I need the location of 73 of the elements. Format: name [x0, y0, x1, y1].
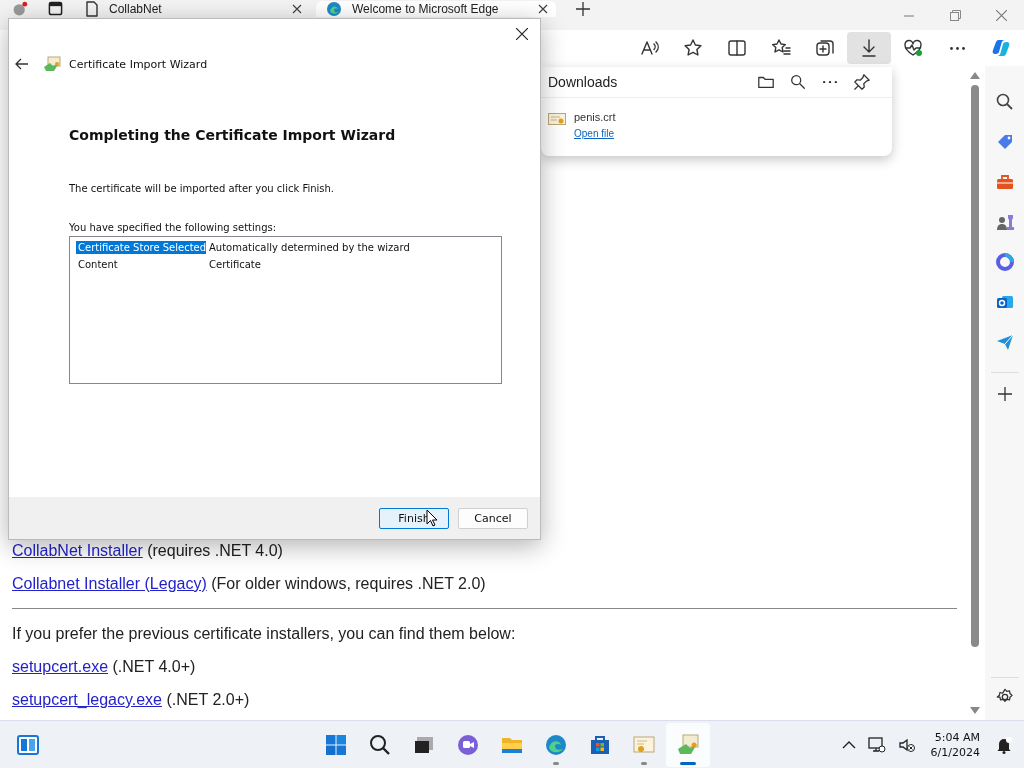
pin-icon	[853, 73, 871, 91]
setting-name[interactable]: Content	[76, 258, 206, 271]
setting-value: Automatically determined by the wizard	[208, 242, 410, 253]
bell-icon	[995, 735, 1013, 754]
ring-logo-icon[interactable]	[994, 252, 1015, 272]
note-text: (.NET 4.0+)	[112, 658, 196, 675]
window-title: Certificate Import Wizard	[69, 57, 208, 71]
favorites-icon	[771, 38, 791, 58]
date-text: 6/1/2024	[930, 744, 980, 760]
certificate-wizard-icon	[43, 55, 61, 73]
link[interactable]: setupcert_legacy.exe	[12, 691, 162, 708]
chevron-up-icon	[841, 740, 856, 749]
cancel-button[interactable]: Cancel	[458, 507, 528, 529]
profile-icon	[12, 1, 28, 17]
certificate-wizard-icon	[676, 732, 700, 757]
mouse-pointer-icon	[426, 509, 438, 527]
browser-tab[interactable]: Welcome to Microsoft Edge	[316, 1, 556, 17]
chat-icon	[456, 732, 480, 757]
search-icon[interactable]	[994, 92, 1015, 112]
split-screen-icon	[727, 38, 747, 58]
more-icon	[823, 80, 837, 84]
downloads-button[interactable]	[847, 32, 891, 64]
star-icon	[683, 38, 703, 58]
scroll-down-icon	[970, 707, 980, 714]
download-icon	[859, 38, 879, 58]
document-icon	[85, 1, 99, 17]
restore-icon	[949, 10, 961, 21]
heartbeat-icon	[903, 38, 923, 58]
time-text: 5:04 AM	[934, 729, 980, 745]
browser-tab[interactable]: CollabNet	[75, 1, 310, 17]
panel-title: Downloads	[548, 74, 619, 90]
certificate-file-icon	[548, 111, 566, 127]
search-icon	[368, 732, 392, 757]
settings-label: You have specified the following settings:	[69, 221, 278, 234]
monitor-icon	[867, 735, 886, 754]
note-text: (.NET 2.0+)	[166, 691, 250, 708]
close-icon	[516, 28, 528, 40]
message-text: The certificate will be imported after you click Finish.	[69, 182, 336, 195]
plus-icon[interactable]	[997, 387, 1012, 401]
link[interactable]: Collabnet Installer (Legacy)	[12, 575, 207, 592]
open-file-link[interactable]: Open file	[574, 128, 615, 139]
copilot-icon	[991, 38, 1011, 58]
more-icon	[949, 46, 965, 50]
plus-icon	[576, 2, 590, 16]
link[interactable]: CollabNet Installer	[12, 542, 143, 559]
minimize-icon	[904, 14, 914, 17]
close-icon	[292, 4, 302, 14]
close-tab-button[interactable]	[538, 4, 548, 14]
chess-pieces-icon[interactable]	[994, 212, 1015, 232]
widgets-icon[interactable]	[16, 732, 40, 757]
toolbox-icon[interactable]	[994, 172, 1015, 192]
start-icon	[324, 732, 348, 757]
search-icon	[789, 73, 807, 91]
wizard-heading: Completing the Certificate Import Wizard	[69, 126, 397, 144]
close-icon	[995, 10, 1007, 21]
edge-icon	[544, 732, 568, 757]
paragraph: If you prefer the previous certificate installers, you can find them below:	[12, 625, 517, 643]
collections-icon	[815, 38, 835, 58]
file-name: penis.crt	[574, 111, 616, 123]
note-text: (requires .NET 4.0)	[147, 542, 283, 559]
workspaces-button[interactable]	[48, 1, 63, 16]
profile-button[interactable]	[12, 1, 28, 17]
edge-icon	[326, 1, 342, 17]
close-tab-button[interactable]	[292, 4, 302, 14]
scroll-up-icon	[970, 72, 980, 79]
note-text: (For older windows, requires .NET 2.0)	[211, 575, 486, 592]
workspaces-icon	[48, 1, 63, 16]
back-arrow-icon	[15, 58, 29, 70]
link[interactable]: setupcert.exe	[12, 658, 109, 675]
close-icon	[538, 4, 548, 14]
setting-name[interactable]: Certificate Store Selected	[76, 241, 206, 254]
clock[interactable]: 5:04 AM 6/1/2024	[924, 729, 986, 760]
setting-value: Certificate	[208, 259, 261, 270]
